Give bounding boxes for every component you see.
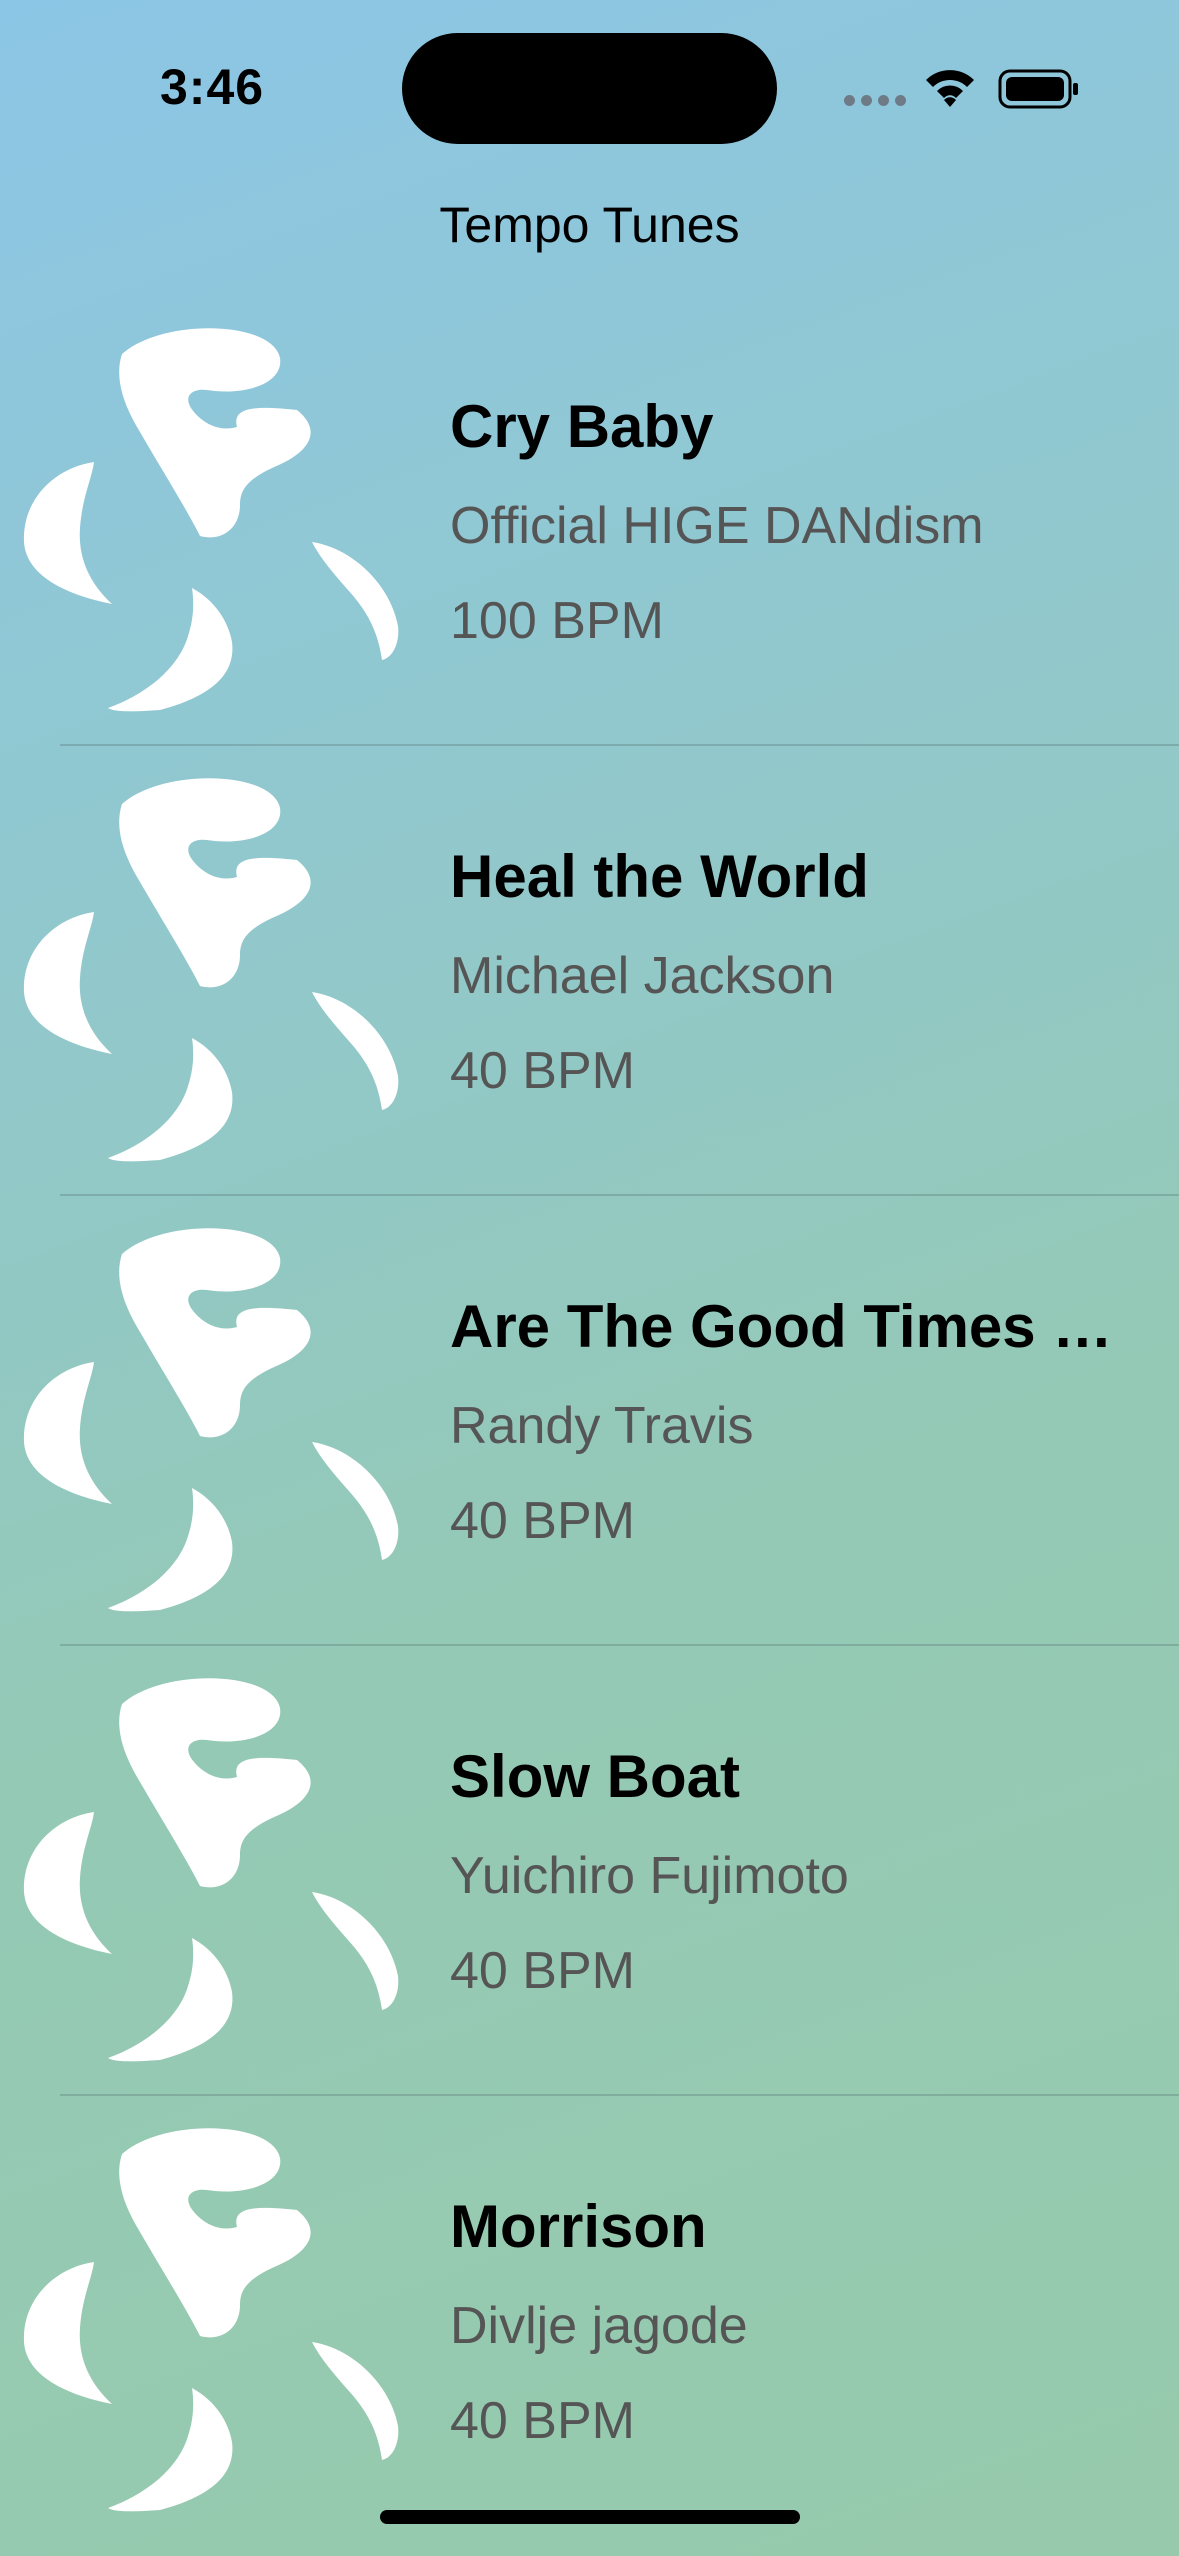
signal-icon <box>844 95 906 107</box>
song-title: Heal the World <box>450 843 869 910</box>
music-note-artwork-icon <box>22 1670 404 2062</box>
song-artist: Official HIGE DANdism <box>450 497 984 555</box>
song-bpm: 40 BPM <box>450 1492 635 1550</box>
song-artist: Michael Jackson <box>450 947 835 1005</box>
song-title: Cry Baby <box>450 393 714 460</box>
song-bpm: 100 BPM <box>450 592 664 650</box>
song-title: Are The Good Times R... <box>450 1293 1130 1360</box>
song-artist: Yuichiro Fujimoto <box>450 1847 849 1905</box>
music-note-artwork-icon <box>22 1220 404 1612</box>
battery-icon <box>998 69 1078 109</box>
song-title: Slow Boat <box>450 1743 741 1810</box>
home-indicator[interactable] <box>380 2510 800 2524</box>
song-list: Cry Baby Official HIGE DANdism 100 BPM H… <box>0 296 1179 2546</box>
status-time: 3:46 <box>160 59 265 115</box>
status-bar: 3:46 <box>0 0 1179 160</box>
music-note-artwork-icon <box>22 770 404 1162</box>
page-title: Tempo Tunes <box>439 197 740 253</box>
song-artist: Randy Travis <box>450 1397 754 1455</box>
song-row[interactable]: Heal the World Michael Jackson 40 BPM <box>0 746 1179 1196</box>
music-note-artwork-icon <box>22 320 404 712</box>
music-note-artwork-icon <box>22 2120 404 2512</box>
song-row[interactable]: Cry Baby Official HIGE DANdism 100 BPM <box>0 296 1179 746</box>
dynamic-island <box>402 33 777 144</box>
song-row[interactable]: Slow Boat Yuichiro Fujimoto 40 BPM <box>0 1646 1179 2096</box>
song-row[interactable]: Morrison Divlje jagode 40 BPM <box>0 2096 1179 2546</box>
song-title: Morrison <box>450 2193 707 2260</box>
wifi-icon <box>926 70 974 107</box>
song-row[interactable]: Are The Good Times R... Randy Travis 40 … <box>0 1196 1179 1646</box>
song-bpm: 40 BPM <box>450 1042 635 1100</box>
song-artist: Divlje jagode <box>450 2297 748 2355</box>
song-bpm: 40 BPM <box>450 2392 635 2450</box>
song-bpm: 40 BPM <box>450 1942 635 2000</box>
